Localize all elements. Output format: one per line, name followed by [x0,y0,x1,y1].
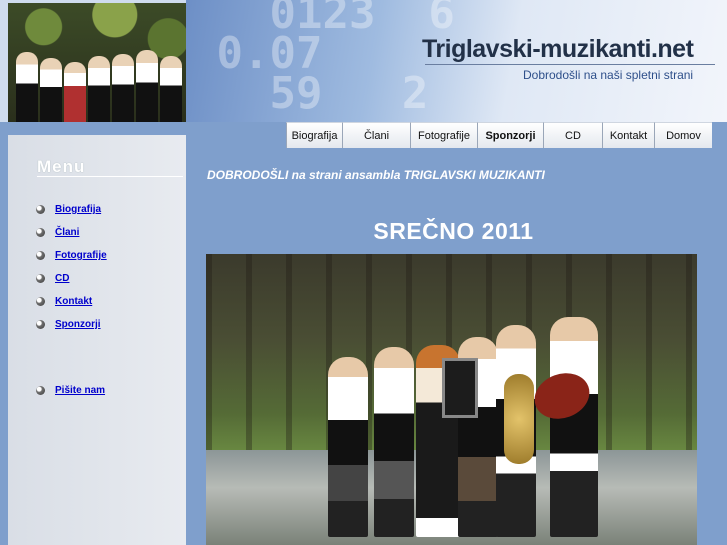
band-header-photo [8,3,186,122]
site-subtitle: Dobrodošli na naši spletni strani [523,68,694,82]
menu-divider [37,176,183,177]
sidebar-item-pisite-nam: Pišite nam [36,379,105,402]
sidebar-item-sponzorji: Sponzorji [36,313,107,336]
headline: SREČNO 2011 [373,218,534,244]
sidebar-contact: Pišite nam [36,379,105,402]
sidebar: Menu Biografija Člani Fotografije CD Kon… [8,135,186,545]
nav-fotografije[interactable]: Fotografije [410,122,477,148]
page: 0123 6 0.07 59 2 Triglavski-muzikanti.ne… [0,0,727,545]
bullet-icon [36,228,45,237]
bullet-icon [36,251,45,260]
nav-clani[interactable]: Člani [342,122,410,148]
decorative-digits-graphic: 0123 6 0.07 59 2 [216,0,455,119]
bullet-icon [36,320,45,329]
nav-cd[interactable]: CD [543,122,602,148]
menu-title: Menu [37,157,86,176]
main-content: DOBRODOŠLI na strani ansambla TRIGLAVSKI… [186,148,727,545]
sidebar-link-kontakt[interactable]: Kontakt [55,296,92,307]
bullet-icon [36,205,45,214]
sidebar-menu: Biografija Člani Fotografije CD Kontakt … [36,198,107,336]
nav-kontakt[interactable]: Kontakt [602,122,654,148]
sidebar-item-biografija: Biografija [36,198,107,221]
sidebar-item-fotografije: Fotografije [36,244,107,267]
bullet-icon [36,297,45,306]
sidebar-link-sponzorji[interactable]: Sponzorji [55,319,101,330]
nav-sponzorji[interactable]: Sponzorji [477,122,543,148]
sidebar-item-kontakt: Kontakt [36,290,107,313]
title-divider [425,64,715,65]
sidebar-item-clani: Člani [36,221,107,244]
header: 0123 6 0.07 59 2 Triglavski-muzikanti.ne… [0,0,727,122]
sidebar-link-fotografije[interactable]: Fotografije [55,250,107,261]
welcome-text: DOBRODOŠLI na strani ansambla TRIGLAVSKI… [207,168,545,182]
nav-domov[interactable]: Domov [654,122,712,148]
sidebar-link-pisite-nam[interactable]: Pišite nam [55,385,105,396]
top-nav: Biografija Člani Fotografije Sponzorji C… [286,122,712,148]
bullet-icon [36,274,45,283]
sidebar-item-cd: CD [36,267,107,290]
site-title: Triglavski-muzikanti.net [422,35,694,63]
bullet-icon [36,386,45,395]
band-photo [206,254,697,545]
sidebar-link-cd[interactable]: CD [55,273,69,284]
sidebar-link-clani[interactable]: Člani [55,227,79,238]
nav-biografija[interactable]: Biografija [286,122,342,148]
sidebar-link-biografija[interactable]: Biografija [55,204,101,215]
